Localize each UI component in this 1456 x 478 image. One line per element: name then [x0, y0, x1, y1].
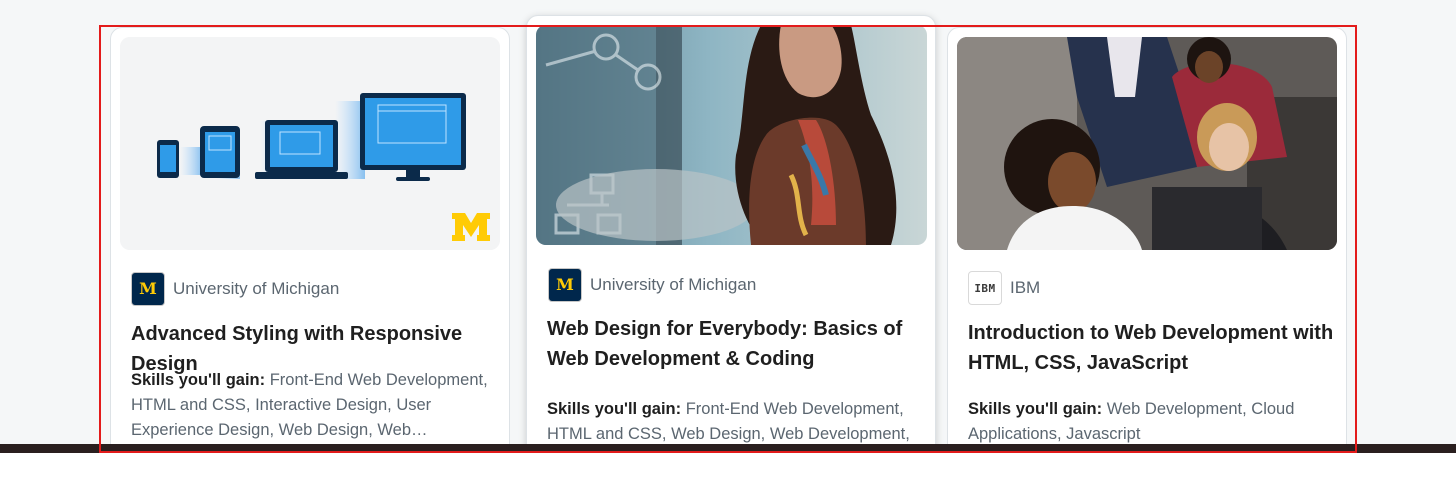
- partner-name: University of Michigan: [173, 279, 340, 298]
- partner-name: University of Michigan: [590, 275, 757, 294]
- course-carousel-page: M University of Michigan Advanced Stylin…: [0, 0, 1456, 478]
- partner-name: IBM: [1010, 278, 1041, 297]
- skills-label: Skills you'll gain:: [968, 400, 1107, 418]
- team-at-computer-photo: [957, 37, 1337, 250]
- course-thumbnail-team-at-computer[interactable]: [957, 37, 1337, 250]
- bottom-dark-bar: [0, 444, 1456, 453]
- woman-at-laptop-photo: [536, 25, 927, 245]
- skills-text: Skills you'll gain: Web Development, Clo…: [968, 397, 1328, 447]
- course-thumbnail-responsive-devices[interactable]: [120, 37, 500, 250]
- skills-label: Skills you'll gain:: [547, 400, 686, 418]
- partner-row: IBM IBM: [968, 271, 1040, 305]
- course-card[interactable]: M University of Michigan Web Design for …: [526, 15, 936, 475]
- course-thumbnail-woman-at-laptop[interactable]: [536, 25, 927, 245]
- university-of-michigan-logo: M: [548, 268, 582, 302]
- bottom-white-area: [0, 453, 1456, 478]
- partner-row: M University of Michigan: [131, 272, 339, 306]
- course-title[interactable]: Introduction to Web Development with HTM…: [968, 318, 1338, 378]
- ibm-logo: IBM: [968, 271, 1002, 305]
- skills-label: Skills you'll gain:: [131, 371, 270, 389]
- partner-row: M University of Michigan: [548, 268, 756, 302]
- course-title[interactable]: Web Design for Everybody: Basics of Web …: [547, 314, 927, 374]
- university-of-michigan-logo: M: [131, 272, 165, 306]
- course-card[interactable]: M University of Michigan Advanced Stylin…: [110, 27, 510, 467]
- responsive-devices-illustration: [120, 37, 500, 250]
- skills-text: Skills you'll gain: Front-End Web Develo…: [547, 397, 927, 447]
- skills-text: Skills you'll gain: Front-End Web Develo…: [131, 368, 491, 443]
- course-card[interactable]: IBM IBM Introduction to Web Development …: [947, 27, 1347, 467]
